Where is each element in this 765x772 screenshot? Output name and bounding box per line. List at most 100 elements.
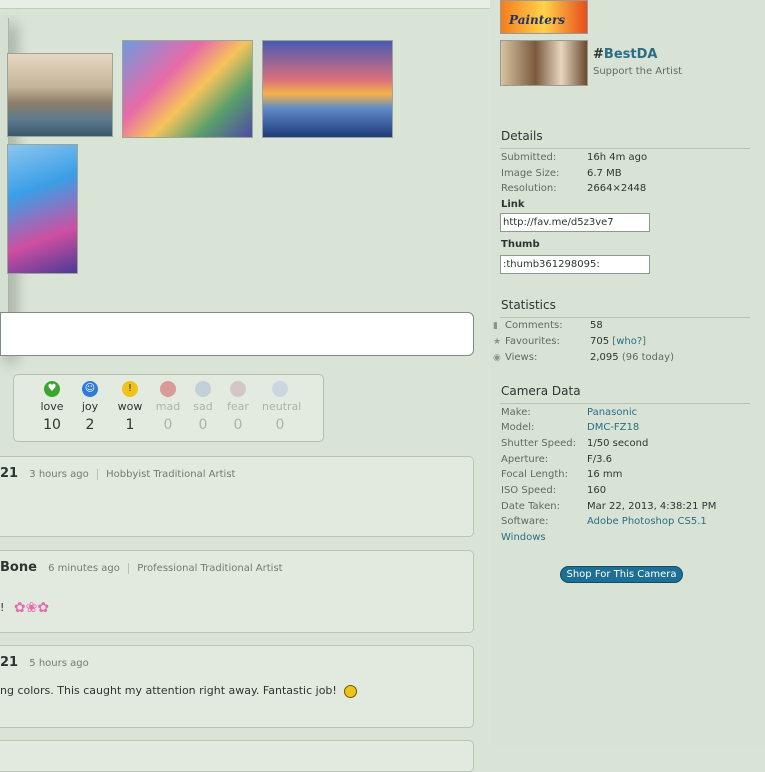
- mood-label: joy: [81, 400, 99, 413]
- bestda-banner[interactable]: [500, 40, 588, 86]
- comment-text: !: [0, 601, 5, 614]
- row-label: ISO Speed:: [501, 485, 557, 496]
- thumb-field[interactable]: :thumb361298095:: [500, 255, 650, 274]
- stat-views: ◉ Views: 2,095 (96 today): [493, 352, 674, 363]
- gallery-thumb-sunset[interactable]: [262, 40, 393, 138]
- thumb-label: Thumb: [501, 239, 540, 250]
- mood-label: fear: [227, 400, 249, 413]
- bestda-hash: #: [593, 47, 604, 62]
- mood-sad[interactable]: sad 0: [185, 381, 221, 433]
- stat-favourites: ★ Favourites: 705 [who?]: [493, 336, 646, 347]
- details-submitted: Submitted: 16h 4m ago: [501, 152, 647, 163]
- camera-software: Software: Adobe Photoshop CS5.1: [501, 516, 707, 527]
- row-label: Image Size:: [501, 168, 560, 179]
- comment-time[interactable]: 5 hours ago: [29, 658, 88, 669]
- main-content: ♥ love 10 ☺ joy 2 ! wow 1 mad 0 sad 0 fe…: [0, 8, 474, 772]
- comment-item: 21 5 hours ago ng colors. This caught my…: [0, 645, 474, 728]
- row-value: 2,095 (96 today): [590, 352, 674, 363]
- camera-model: Model: DMC-FZ18: [501, 422, 639, 433]
- mood-label: sad: [193, 400, 213, 413]
- row-value: 58: [590, 320, 603, 331]
- comment-time[interactable]: 3 hours ago: [29, 469, 88, 480]
- mood-count: 0: [275, 417, 285, 433]
- camera-iso: ISO Speed: 160: [501, 485, 606, 496]
- comment-body: ! ✿❀✿: [0, 600, 49, 616]
- statistics-title: Statistics: [501, 298, 556, 312]
- details-title: Details: [501, 129, 543, 143]
- comment-divider: [96, 468, 98, 480]
- comment-username[interactable]: 21: [0, 466, 18, 481]
- row-label: Submitted:: [501, 152, 557, 163]
- mood-label: wow: [117, 400, 143, 413]
- bracket-close: ]: [642, 336, 647, 347]
- mood-love[interactable]: ♥ love 10: [34, 381, 70, 433]
- flowers-emoticon-icon: ✿❀✿: [13, 600, 50, 616]
- row-label: Shutter Speed:: [501, 438, 577, 449]
- divider: [500, 148, 750, 149]
- comment-username[interactable]: 21: [0, 655, 18, 670]
- mood-mad[interactable]: mad 0: [150, 381, 186, 433]
- joy-icon: ☺: [82, 381, 98, 397]
- row-value: Mar 22, 2013, 4:38:21 PM: [587, 501, 717, 512]
- mad-icon: [160, 381, 176, 397]
- views-today: (96 today): [621, 352, 674, 363]
- comment-header: 21 3 hours ago Hobbyist Traditional Arti…: [0, 466, 235, 481]
- camera-software-link[interactable]: Adobe Photoshop CS5.1: [587, 516, 707, 527]
- row-value: 16 mm: [587, 469, 623, 480]
- gallery-thumb-cottage[interactable]: [7, 53, 113, 137]
- mood-count: 1: [125, 417, 135, 433]
- comment-divider: [128, 562, 130, 574]
- comment-item: Bone 6 minutes ago Professional Traditio…: [0, 550, 474, 633]
- row-label: Aperture:: [501, 454, 549, 465]
- favourites-who-link[interactable]: who?: [616, 336, 642, 347]
- row-label: Model:: [501, 422, 535, 433]
- sad-icon: [195, 381, 211, 397]
- camera-aperture: Aperture: F/3.6: [501, 454, 612, 465]
- comment-item: 21 3 hours ago Hobbyist Traditional Arti…: [0, 456, 474, 537]
- mood-count: 0: [163, 417, 173, 433]
- row-value: 2664×2448: [587, 183, 647, 194]
- star-icon: ★: [493, 337, 502, 347]
- camera-shutter: Shutter Speed: 1/50 second: [501, 438, 648, 449]
- comment-input[interactable]: [0, 312, 474, 356]
- promo-banner[interactable]: Painters: [500, 0, 588, 34]
- mood-count: 10: [43, 417, 61, 433]
- details-resolution: Resolution: 2664×2448: [501, 183, 646, 194]
- camera-model-link[interactable]: DMC-FZ18: [587, 422, 639, 433]
- row-value: F/3.6: [587, 454, 613, 465]
- gallery-thumb-bridge[interactable]: [122, 40, 253, 138]
- mood-wow[interactable]: ! wow 1: [112, 381, 148, 433]
- sidebar: Painters #BestDA Support the Artist Deta…: [490, 0, 765, 746]
- comment-item: [0, 740, 474, 772]
- neutral-icon: [272, 381, 288, 397]
- mood-panel: ♥ love 10 ☺ joy 2 ! wow 1 mad 0 sad 0 fe…: [13, 374, 324, 442]
- comment-role: Hobbyist Traditional Artist: [106, 469, 236, 480]
- mood-label: neutral: [262, 400, 302, 413]
- row-label: Make:: [501, 407, 531, 418]
- gallery-thumb-forest[interactable]: [7, 144, 78, 274]
- mood-fear[interactable]: fear 0: [220, 381, 256, 433]
- bestda-title[interactable]: #BestDA: [593, 47, 657, 62]
- shop-camera-button[interactable]: Shop For This Camera: [560, 566, 683, 583]
- comment-role: Professional Traditional Artist: [137, 563, 283, 574]
- favourites-who-group: [who?]: [612, 336, 646, 347]
- comment-username[interactable]: Bone: [0, 560, 37, 575]
- software-windows-link[interactable]: Windows: [501, 532, 546, 543]
- link-label: Link: [501, 199, 525, 210]
- link-field[interactable]: http://fav.me/d5z3ve7: [500, 213, 650, 232]
- details-image-size: Image Size: 6.7 MB: [501, 168, 622, 179]
- mood-joy[interactable]: ☺ joy 2: [72, 381, 108, 433]
- row-label: Resolution:: [501, 183, 557, 194]
- comment-header: Bone 6 minutes ago Professional Traditio…: [0, 560, 283, 575]
- mood-neutral[interactable]: neutral 0: [262, 381, 302, 433]
- divider: [500, 317, 750, 318]
- comment-time[interactable]: 6 minutes ago: [48, 563, 120, 574]
- comment-text: ng colors. This caught my attention righ…: [0, 684, 337, 697]
- row-label: Focal Length:: [501, 469, 568, 480]
- camera-make-link[interactable]: Panasonic: [587, 407, 637, 418]
- mood-label: mad: [155, 400, 181, 413]
- row-value: 1/50 second: [587, 438, 649, 449]
- row-value: 705 [who?]: [590, 336, 646, 347]
- mood-label: love: [40, 400, 64, 413]
- fear-icon: [230, 381, 246, 397]
